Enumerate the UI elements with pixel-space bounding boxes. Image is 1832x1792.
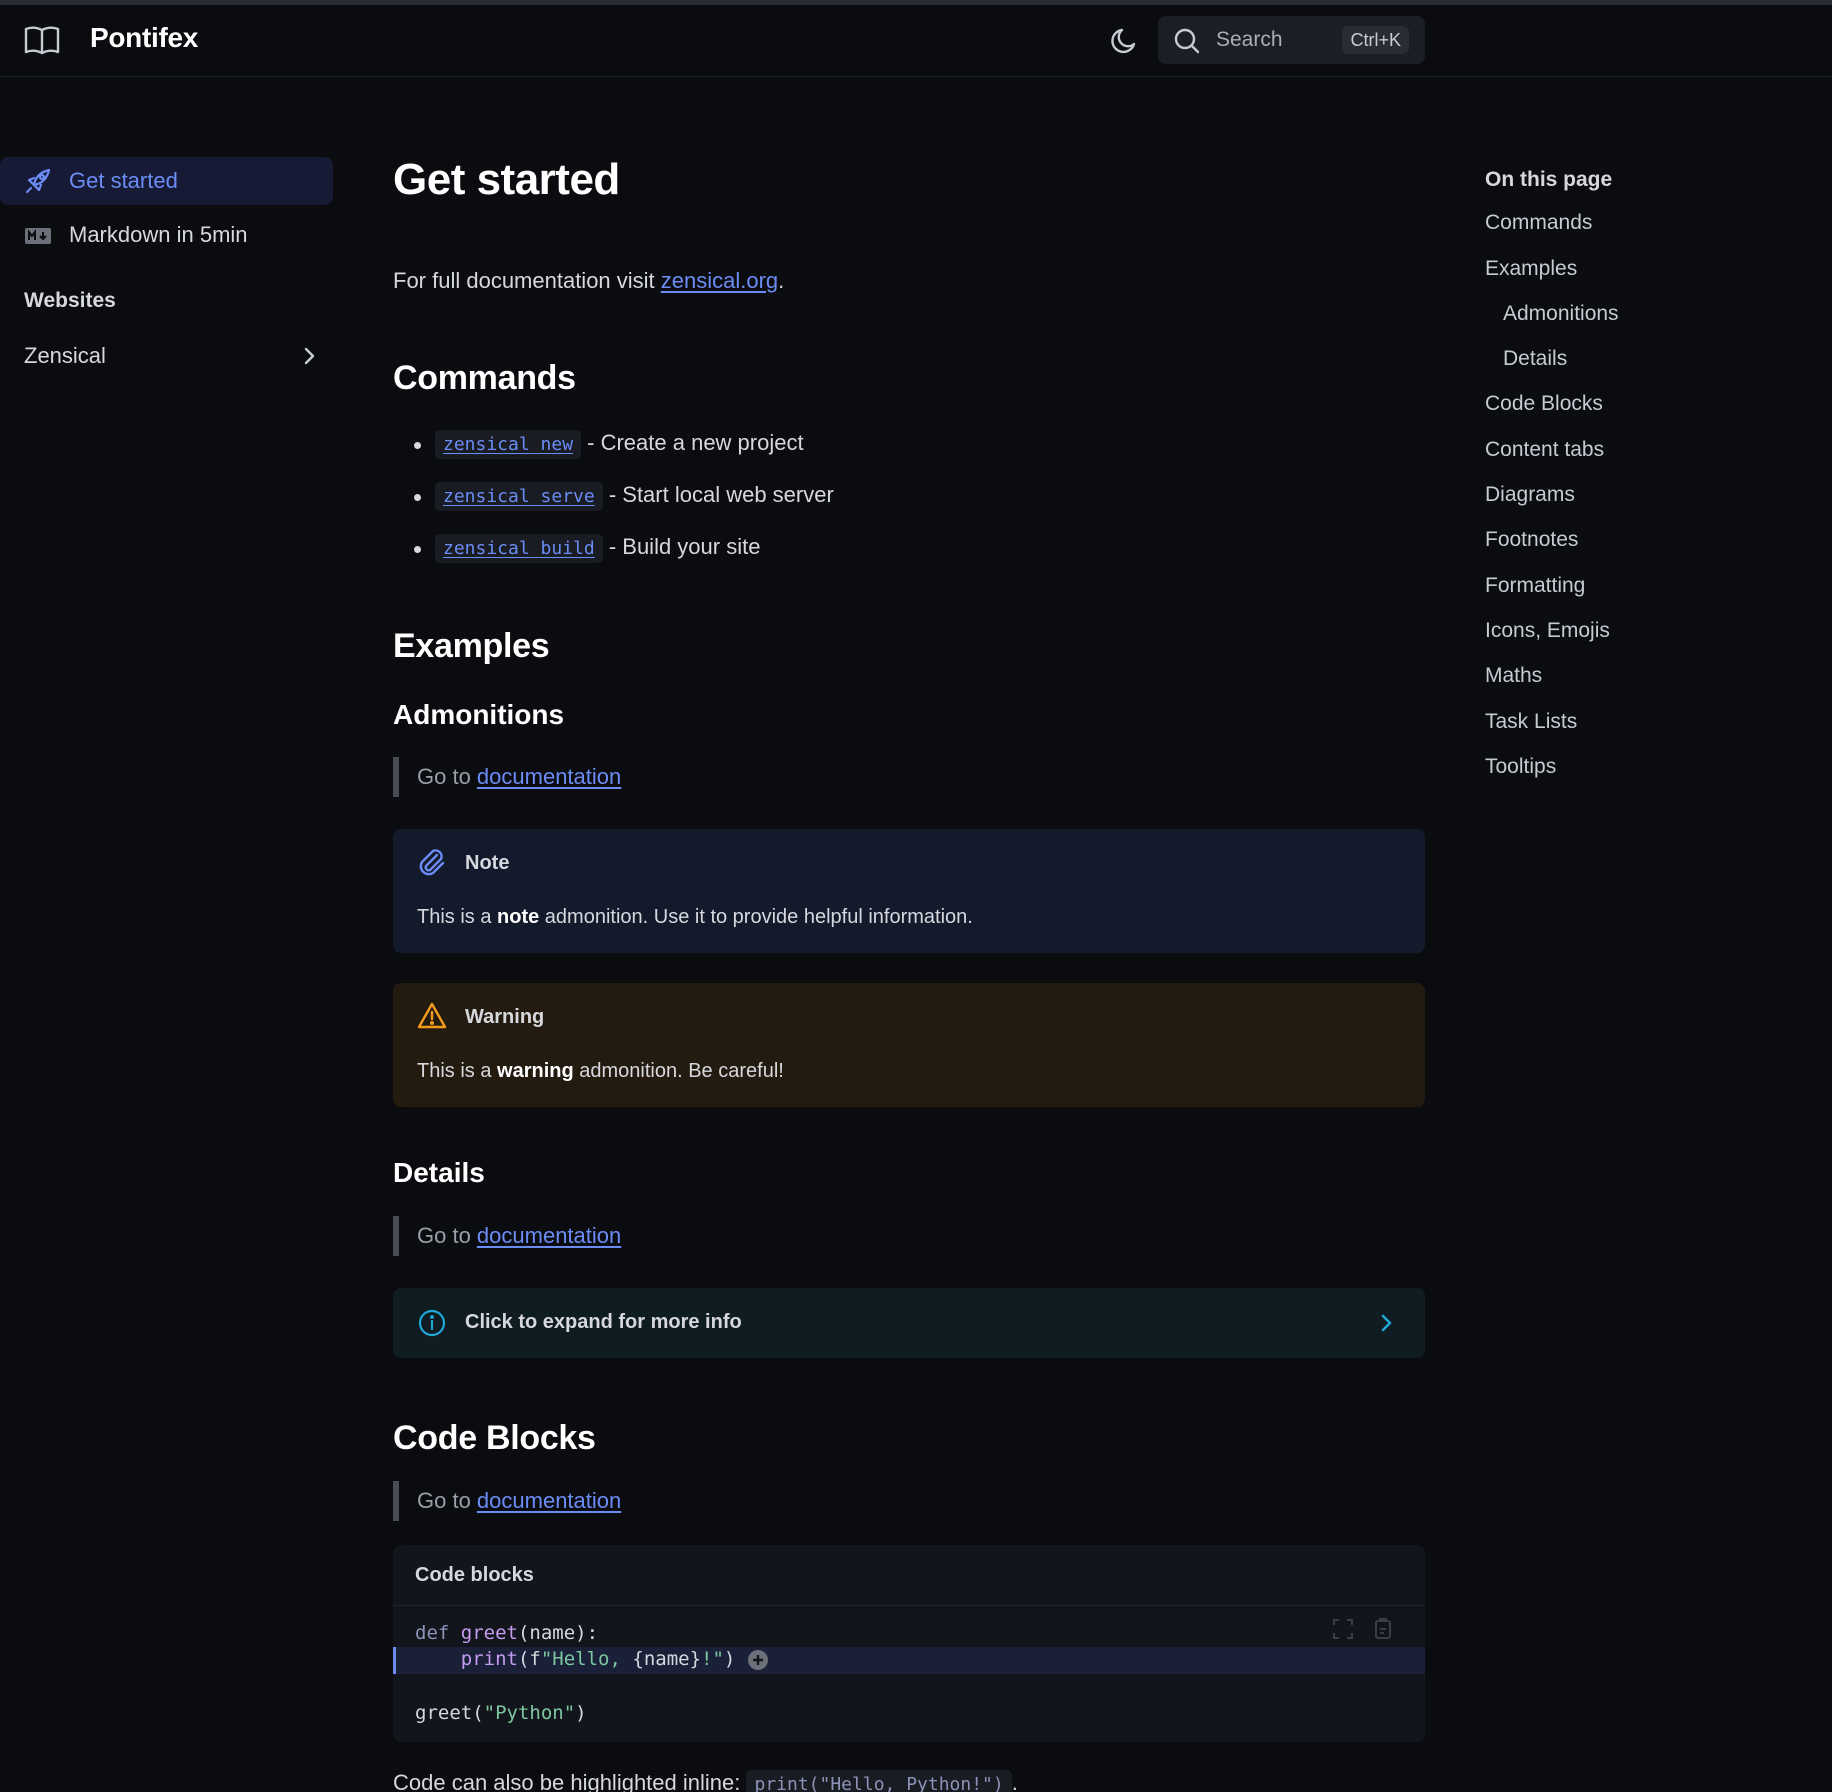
search-shortcut: Ctrl+K	[1342, 26, 1409, 54]
goto-prefix: Go to	[417, 1488, 477, 1513]
list-item: zensical serve - Start local web server	[435, 482, 834, 511]
command-desc: - Create a new project	[581, 430, 804, 455]
paperclip-icon	[419, 849, 445, 876]
site-header: Pontifex Search Ctrl+K	[0, 5, 1832, 77]
documentation-link[interactable]: documentation	[477, 1223, 621, 1248]
sidebar-item-label: Get started	[69, 168, 178, 193]
copy-icon[interactable]	[1371, 1617, 1395, 1641]
warning-admonition: Warning This is a warning admonition. Be…	[393, 983, 1425, 1107]
blockquote: Go to documentation	[393, 1481, 993, 1521]
code-line: greet("Python")	[415, 1702, 587, 1724]
note-body-bold: note	[497, 906, 540, 928]
toc-item-tooltips[interactable]: Tooltips	[1485, 755, 1556, 779]
toc-item-formatting[interactable]: Formatting	[1485, 574, 1585, 598]
search-icon	[1174, 28, 1200, 54]
toc-item-footnotes[interactable]: Footnotes	[1485, 528, 1578, 552]
commands-heading: Commands	[393, 359, 576, 397]
goto-prefix: Go to	[417, 764, 477, 789]
annotation-plus-icon[interactable]	[747, 1649, 769, 1671]
documentation-link[interactable]: documentation	[477, 764, 621, 789]
list-item: zensical new - Create a new project	[435, 430, 804, 459]
codeblock-title: Code blocks	[393, 1545, 1425, 1606]
inline-code: print("Hello, Python!")	[746, 1770, 1012, 1792]
moon-icon[interactable]	[1108, 25, 1140, 57]
toc-title: On this page	[1485, 168, 1613, 191]
blockquote: Go to documentation	[393, 757, 993, 797]
examples-heading: Examples	[393, 627, 550, 665]
blockquote: Go to documentation	[393, 1216, 993, 1256]
site-brand[interactable]: Pontifex	[90, 22, 198, 54]
command-link[interactable]: zensical build	[443, 538, 595, 559]
note-body-prefix: This is a	[417, 906, 498, 928]
inline-suffix: .	[1011, 1770, 1018, 1792]
search-button[interactable]: Search Ctrl+K	[1158, 16, 1425, 64]
note-body-suffix: admonition. Use it to provide helpful in…	[539, 906, 973, 928]
search-label: Search	[1216, 28, 1283, 51]
details-heading: Details	[393, 1157, 485, 1188]
toc-item-content-tabs[interactable]: Content tabs	[1485, 438, 1604, 462]
details-expander[interactable]: Click to expand for more info	[393, 1288, 1425, 1358]
intro-prefix: For full documentation visit	[393, 268, 661, 293]
page-title: Get started	[393, 155, 620, 204]
command-link[interactable]: zensical new	[443, 434, 573, 455]
warning-body: This is a warning admonition. Be careful…	[417, 1060, 784, 1083]
intro-text: For full documentation visit zensical.or…	[393, 268, 784, 294]
warning-icon	[417, 1002, 447, 1029]
warning-title: Warning	[465, 1006, 545, 1028]
command-link[interactable]: zensical serve	[443, 486, 595, 507]
list-bullet	[414, 442, 421, 449]
chevron-right-icon	[1381, 1314, 1392, 1332]
toc-item-task-lists[interactable]: Task Lists	[1485, 710, 1577, 734]
list-item: zensical build - Build your site	[435, 534, 761, 563]
note-admonition: Note This is a note admonition. Use it t…	[393, 829, 1425, 953]
inline-prefix: Code can also be highlighted inline:	[393, 1770, 747, 1792]
code-line: def greet(name):	[415, 1622, 599, 1644]
markdown-icon[interactable]	[24, 222, 52, 250]
toc-item-diagrams[interactable]: Diagrams	[1485, 483, 1575, 507]
command-desc: - Build your site	[602, 534, 761, 559]
warning-body-bold: warning	[497, 1060, 574, 1082]
toc-item-admonitions[interactable]: Admonitions	[1503, 302, 1619, 326]
toc-item-commands[interactable]: Commands	[1485, 211, 1592, 235]
note-title: Note	[465, 852, 510, 874]
toc-item-details[interactable]: Details	[1503, 347, 1567, 371]
command-desc: - Start local web server	[602, 482, 834, 507]
toc-item-maths[interactable]: Maths	[1485, 664, 1542, 688]
warning-body-suffix: admonition. Be careful!	[573, 1060, 784, 1082]
note-body: This is a note admonition. Use it to pro…	[417, 906, 973, 929]
details-summary: Click to expand for more info	[465, 1311, 742, 1333]
warning-body-prefix: This is a	[417, 1060, 498, 1082]
goto-prefix: Go to	[417, 1223, 477, 1248]
list-bullet	[414, 546, 421, 553]
inline-code-text: Code can also be highlighted inline: pri…	[393, 1770, 1018, 1792]
documentation-link[interactable]: documentation	[477, 1488, 621, 1513]
zensical-link[interactable]: zensical.org	[661, 268, 778, 293]
info-icon	[418, 1309, 446, 1337]
sidebar-item-zensical[interactable]: Zensical	[24, 343, 106, 369]
rocket-icon	[25, 168, 51, 194]
toc-item-icons-emojis[interactable]: Icons, Emojis	[1485, 619, 1610, 643]
code-blocks-heading: Code Blocks	[393, 1419, 596, 1457]
toc-item-examples[interactable]: Examples	[1485, 257, 1577, 281]
intro-suffix: .	[778, 268, 785, 293]
code-block: Code blocks def greet(name): print(f"Hel…	[393, 1545, 1425, 1742]
code-tools	[1321, 1607, 1411, 1647]
admonitions-heading: Admonitions	[393, 699, 565, 730]
sidebar-section-title: Websites	[24, 289, 116, 312]
book-icon[interactable]	[24, 25, 60, 57]
fullscreen-icon[interactable]	[1331, 1617, 1355, 1641]
chevron-right-icon[interactable]	[297, 344, 321, 368]
toc-item-code-blocks[interactable]: Code Blocks	[1485, 392, 1603, 416]
sidebar-item-markdown[interactable]: Markdown in 5min	[69, 222, 248, 248]
code-line: print(f"Hello, {name}!")	[460, 1648, 736, 1670]
list-bullet	[414, 494, 421, 501]
